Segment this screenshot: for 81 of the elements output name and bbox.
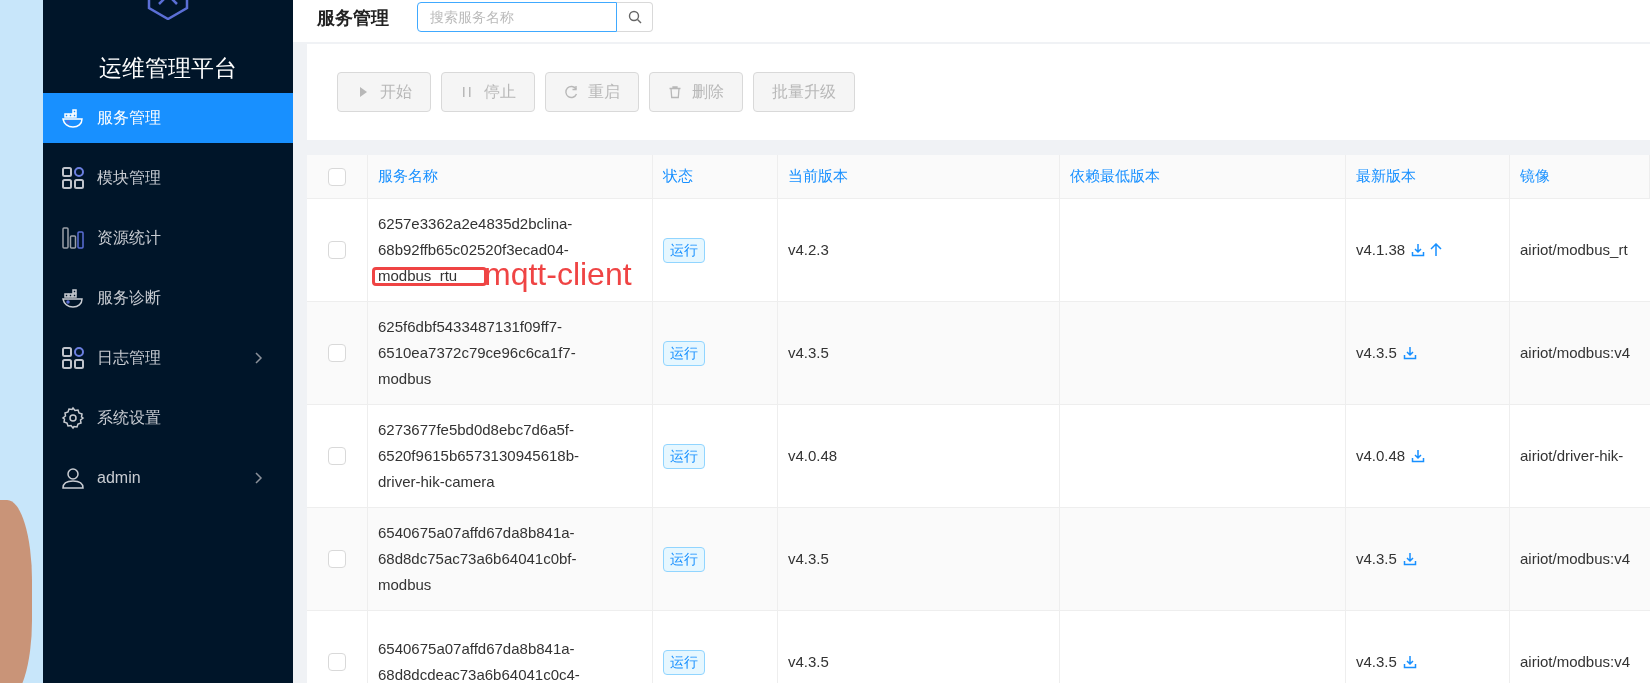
whale-icon xyxy=(61,286,85,310)
column-header: 依赖最低版本 xyxy=(1070,166,1160,187)
page-title: 服务管理 xyxy=(317,7,389,30)
row-checkbox[interactable] xyxy=(328,344,346,362)
download-icon[interactable] xyxy=(1402,655,1417,669)
row-checkbox[interactable] xyxy=(328,241,346,259)
current-version: v4.2.3 xyxy=(788,239,829,260)
service-name-line: 6540675a07affd67da8b841a- xyxy=(378,639,575,659)
image-name: airiot/modbus:v4 xyxy=(1520,548,1631,569)
app-title: 运维管理平台 xyxy=(99,53,237,83)
chevron-right-icon xyxy=(253,352,263,364)
service-name-line: 6520f9615b6573130945618b- xyxy=(378,446,580,466)
sidebar-label: 日志管理 xyxy=(97,348,162,368)
search-icon xyxy=(627,10,642,24)
user-icon xyxy=(61,466,85,490)
download-icon[interactable] xyxy=(1411,449,1426,463)
service-name-line: driver-hik-camera xyxy=(378,472,495,492)
column-header: 当前版本 xyxy=(788,166,848,187)
status-tag: 运行 xyxy=(663,340,705,366)
grid-icon xyxy=(61,166,85,190)
latest-version: v4.3.5 xyxy=(1356,651,1397,672)
whale-icon xyxy=(61,106,85,130)
sidebar-item[interactable]: 日志管理 xyxy=(43,333,293,383)
sidebar-item[interactable]: 模块管理 xyxy=(43,153,293,203)
service-name-line: 6273677fe5bd0d8ebc7d6a5f- xyxy=(378,420,575,440)
row-checkbox[interactable] xyxy=(328,653,346,671)
image-name: airiot/driver-hik- xyxy=(1520,445,1624,466)
sidebar-label: 资源统计 xyxy=(97,228,162,248)
sidebar-label: admin xyxy=(97,468,142,488)
latest-version: v4.3.5 xyxy=(1356,548,1397,569)
row-checkbox[interactable] xyxy=(328,447,346,465)
current-version: v4.3.5 xyxy=(788,342,829,363)
image-name: airiot/modbus_rt xyxy=(1520,239,1628,260)
chevron-right-icon xyxy=(253,472,263,484)
row-checkbox[interactable] xyxy=(328,550,346,568)
trash-icon xyxy=(668,85,682,99)
latest-version: v4.3.5 xyxy=(1356,342,1397,363)
latest-version: v4.1.38 xyxy=(1356,239,1406,260)
service-name-line: 6257e3362a2e4835d2bclina- xyxy=(378,214,573,234)
status-tag: 运行 xyxy=(663,443,705,469)
service-name-line: modbus xyxy=(378,369,432,389)
column-header: 状态 xyxy=(663,166,693,187)
bar-chart-icon xyxy=(61,226,85,250)
column-header: 镜像 xyxy=(1520,166,1550,187)
service-name-line: 68d8dc75ac73a6b64041c0bf- xyxy=(378,549,577,569)
search-button[interactable] xyxy=(617,2,653,32)
status-tag: 运行 xyxy=(663,237,705,263)
sidebar-item[interactable]: 服务诊断 xyxy=(43,273,293,323)
service-name-line: 6510ea7372c79ce96c6ca1f7- xyxy=(378,343,576,363)
sidebar-label: 服务诊断 xyxy=(97,288,162,308)
service-name-line: 625f6dbf5433487131f09ff7- xyxy=(378,317,563,337)
download-icon[interactable] xyxy=(1411,243,1426,257)
pause-icon xyxy=(460,85,474,99)
status-tag: 运行 xyxy=(663,649,705,675)
current-version: v4.0.48 xyxy=(788,445,838,466)
download-icon[interactable] xyxy=(1402,552,1417,566)
service-name-line: modbus xyxy=(378,575,432,595)
grid-icon xyxy=(61,346,85,370)
service-name-line: 6540675a07affd67da8b841a- xyxy=(378,523,575,543)
current-version: v4.3.5 xyxy=(788,651,829,672)
service-name-line: modbus_rtu xyxy=(378,263,458,289)
download-icon[interactable] xyxy=(1402,346,1417,360)
sidebar-label: 服务管理 xyxy=(97,108,162,128)
column-header: 服务名称 xyxy=(378,166,438,187)
status-tag: 运行 xyxy=(663,546,705,572)
sidebar-label: 模块管理 xyxy=(97,168,162,188)
reload-icon xyxy=(564,85,578,99)
sidebar-item[interactable]: admin xyxy=(43,453,293,503)
sidebar-item[interactable]: 资源统计 xyxy=(43,213,293,263)
column-header: 最新版本 xyxy=(1356,166,1416,187)
image-name: airiot/modbus:v4 xyxy=(1520,651,1631,672)
sidebar-item[interactable]: 系统设置 xyxy=(43,393,293,443)
latest-version: v4.0.48 xyxy=(1356,445,1406,466)
image-name: airiot/modbus:v4 xyxy=(1520,342,1631,363)
sidebar-label: 系统设置 xyxy=(97,408,162,428)
select-all-checkbox[interactable] xyxy=(328,167,346,186)
settings-icon xyxy=(61,406,85,430)
upgrade-arrow-icon[interactable] xyxy=(1429,243,1444,257)
search-field[interactable]: 搜索服务名称 xyxy=(417,2,617,32)
service-name-line: 68d8dcdeac73a6b64041c0c4- xyxy=(378,665,580,683)
current-version: v4.3.5 xyxy=(788,548,829,569)
